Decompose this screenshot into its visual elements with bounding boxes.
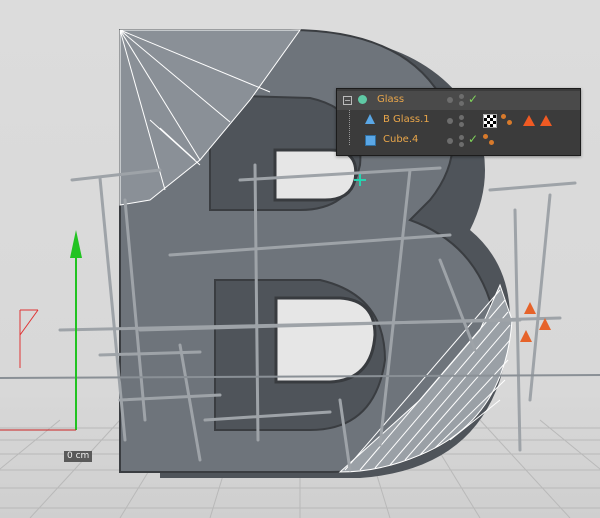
visibility-render-dot-2[interactable] xyxy=(459,142,464,147)
3d-viewport[interactable]: 0 cm − Glass ✓ B Glass.1 Cube.4 ✓ xyxy=(0,0,600,518)
coordinate-label: 0 cm xyxy=(64,451,93,462)
axis-indicator xyxy=(19,309,39,368)
object-name-glass[interactable]: Glass xyxy=(377,94,404,106)
cube-icon xyxy=(365,135,376,146)
enabled-check-icon[interactable]: ✓ xyxy=(468,92,478,106)
visibility-render-dot[interactable] xyxy=(459,94,464,99)
enabled-check-icon[interactable]: ✓ xyxy=(468,132,478,146)
object-name-b-glass[interactable]: B Glass.1 xyxy=(383,114,430,126)
object-name-cube[interactable]: Cube.4 xyxy=(383,134,418,146)
phong-tag-icon-2[interactable] xyxy=(540,115,552,126)
material-tag-icon[interactable] xyxy=(483,114,497,128)
object-row-b-glass[interactable]: B Glass.1 xyxy=(337,111,580,130)
lower-hole xyxy=(274,296,377,384)
visibility-render-dot-2[interactable] xyxy=(459,101,464,106)
tag-dot-icon[interactable] xyxy=(501,114,506,119)
visibility-editor-dot[interactable] xyxy=(447,118,453,124)
visibility-editor-dot[interactable] xyxy=(447,97,453,103)
object-manager-panel[interactable]: − Glass ✓ B Glass.1 Cube.4 ✓ xyxy=(336,88,581,156)
object-row-glass[interactable]: − Glass ✓ xyxy=(337,91,580,110)
tag-dot-icon[interactable] xyxy=(483,134,488,139)
collapse-toggle-icon[interactable]: − xyxy=(343,96,352,105)
extrude-icon xyxy=(365,114,375,124)
visibility-render-dot[interactable] xyxy=(459,135,464,140)
null-object-icon xyxy=(358,95,367,104)
viewport-scene[interactable] xyxy=(0,0,600,518)
tag-dot-icon-2 xyxy=(507,120,512,125)
object-row-cube[interactable]: Cube.4 ✓ xyxy=(337,131,580,150)
visibility-render-dot-2[interactable] xyxy=(459,122,464,127)
visibility-editor-dot[interactable] xyxy=(447,138,453,144)
visibility-render-dot[interactable] xyxy=(459,115,464,120)
phong-tag-icon[interactable] xyxy=(523,115,535,126)
tag-dot-icon-2 xyxy=(489,140,494,145)
